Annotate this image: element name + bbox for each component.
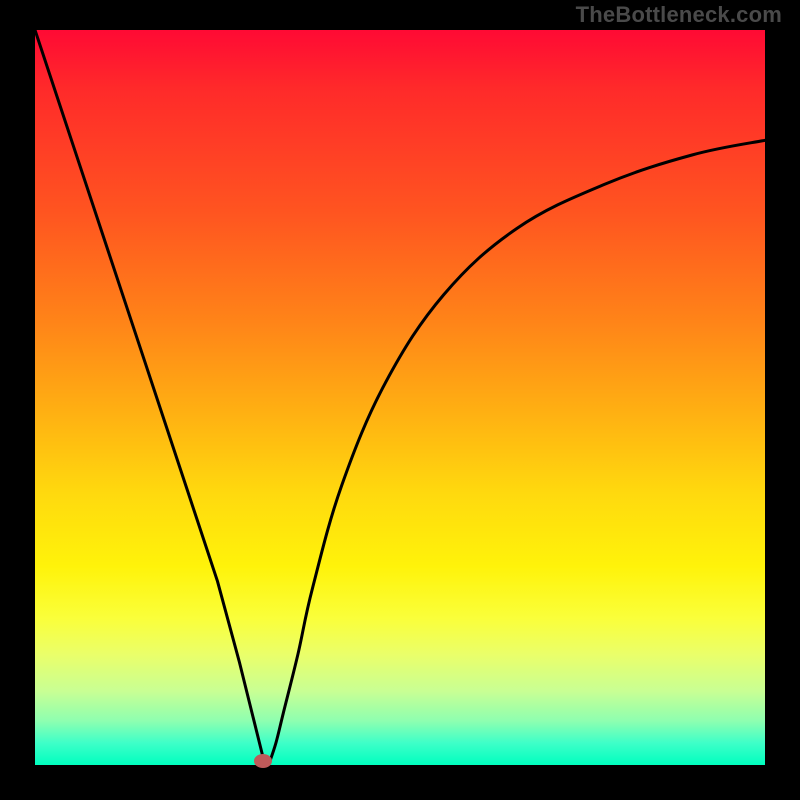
- minimum-marker: [254, 754, 272, 768]
- watermark-text: TheBottleneck.com: [576, 2, 782, 28]
- plot-area: [35, 30, 765, 765]
- curve-right-branch: [269, 140, 765, 765]
- curve-left-branch: [35, 30, 265, 765]
- chart-frame: TheBottleneck.com: [0, 0, 800, 800]
- bottleneck-curve: [35, 30, 765, 765]
